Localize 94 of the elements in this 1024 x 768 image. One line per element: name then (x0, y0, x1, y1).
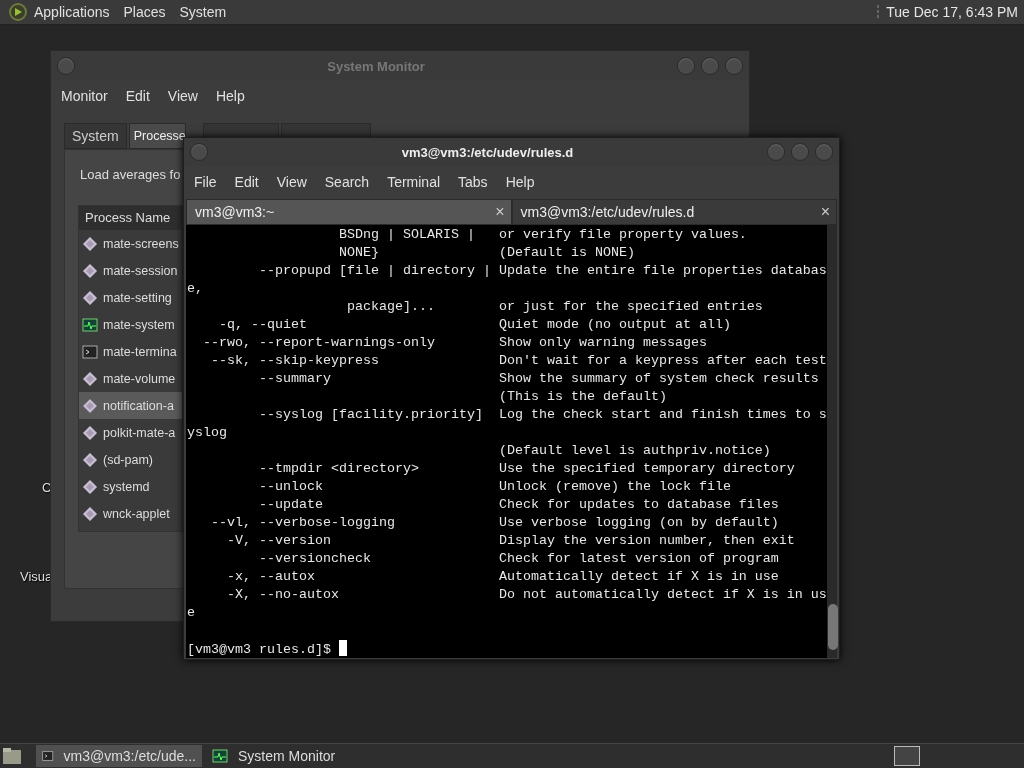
terminal-line: --syslog [facility.priority] Log the check start and finish times to s (257, 406, 827, 424)
maximize-button[interactable] (701, 57, 719, 75)
shell-prompt: [vm3@vm3 rules.d]$ (187, 642, 332, 657)
close-tab-button[interactable]: × (495, 203, 505, 221)
diamond-icon (82, 370, 98, 387)
terminal-line: --propupd [file | directory | Update the entire file properties databas (257, 262, 827, 280)
terminal-line: NONE} (Default is NONE) (337, 244, 636, 262)
window-title: vm3@vm3:/etc/udev/rules.d (400, 144, 575, 160)
process-row[interactable]: (sd-pam) (79, 446, 182, 473)
process-row[interactable]: mate-setting (79, 284, 182, 311)
process-row[interactable]: polkit-mate-a (79, 419, 182, 446)
desktop-icon-label: C (42, 480, 52, 495)
window-menu-button[interactable] (57, 57, 75, 75)
menu-item[interactable]: Tabs (458, 173, 488, 190)
terminal-line: --rwo, --report-warnings-only Show only warning messages (202, 334, 708, 352)
workspace-switcher[interactable] (894, 746, 920, 766)
folder-icon[interactable] (2, 747, 22, 765)
terminal-line: BSDng | SOLARIS | or verify file property values. (337, 226, 748, 244)
menu-item[interactable]: Help (215, 88, 245, 104)
minimize-button[interactable] (767, 143, 785, 161)
scrollbar[interactable] (826, 225, 837, 658)
scrollbar-thumb[interactable] (827, 604, 838, 650)
diamond-icon (82, 289, 98, 306)
process-row[interactable]: notification-a (79, 392, 182, 419)
window-menu-button[interactable] (190, 143, 208, 161)
process-row[interactable]: wnck-applet (79, 500, 182, 527)
task-button[interactable]: vm3@vm3:/etc/ude... (36, 745, 202, 767)
close-tab-button[interactable]: × (820, 203, 830, 221)
handle-icon (876, 4, 881, 20)
terminal-line: -q, --quiet Quiet mode (no output at all) (218, 316, 732, 334)
load-averages-text: Load averages fo (80, 167, 181, 182)
window-title: System Monitor (326, 58, 426, 74)
terminal-line: -x, --autox Automatically detect if X is in use (226, 568, 780, 586)
menu-item[interactable]: Edit (125, 88, 150, 104)
maximize-button[interactable] (791, 143, 809, 161)
text-cursor (338, 640, 347, 656)
clock[interactable]: Tue Dec 17, 6:43 PM (886, 4, 1018, 20)
menu-item[interactable]: Terminal (387, 173, 441, 190)
diamond-icon (82, 397, 98, 414)
process-row[interactable]: mate-screens (79, 230, 182, 257)
panel-menu[interactable]: Applications (34, 4, 110, 20)
diamond-icon (82, 424, 98, 441)
menu-item[interactable]: File (194, 173, 217, 190)
terminal-line: --update Check for updates to database files (257, 496, 780, 514)
diamond-icon (82, 451, 98, 468)
minimize-button[interactable] (677, 57, 695, 75)
terminal-line: yslog (187, 424, 228, 442)
terminal-tab[interactable]: vm3@vm3:~ × (186, 199, 512, 225)
terminal-line: --summary Show the summary of system check results (257, 370, 820, 388)
panel-menu[interactable]: System (179, 4, 227, 20)
tab-label[interactable]: vm3@vm3:/etc/udev/rules.d (520, 204, 821, 220)
tab[interactable] (203, 123, 279, 137)
diamond-icon (82, 478, 98, 495)
terminal-line: -X, --no-autox Do not automatically detect if X is in us (226, 586, 827, 604)
task-button[interactable]: System Monitor (206, 745, 372, 767)
menu-item[interactable]: Monitor (61, 88, 108, 104)
terminal-line: package]... or just for the specified entries (345, 298, 764, 316)
terminal-line: -V, --version Display the version number, then exit (226, 532, 796, 550)
process-row[interactable]: mate-termina (79, 338, 182, 365)
logo-icon[interactable] (8, 2, 28, 22)
menu-item[interactable]: View (276, 173, 307, 190)
panel-menu[interactable]: Places (123, 4, 166, 20)
column-header[interactable]: Process Name (79, 206, 182, 230)
close-button[interactable] (815, 143, 833, 161)
terminal-line: --unlock Unlock (remove) the lock file (257, 478, 732, 496)
close-button[interactable] (725, 57, 743, 75)
terminal-icon (42, 748, 54, 764)
process-row[interactable]: mate-session (79, 257, 182, 284)
terminal-line: (Default level is authpriv.notice) (497, 442, 772, 460)
process-row[interactable]: mate-system (79, 311, 182, 338)
monitor-icon (212, 748, 228, 764)
terminal-line: e, (187, 280, 204, 298)
terminal-line: --tmpdir <directory> Use the specified temporary directory (257, 460, 796, 478)
process-row[interactable]: systemd (79, 473, 182, 500)
diamond-icon (82, 262, 98, 279)
terminal-tab[interactable]: vm3@vm3:/etc/udev/rules.d × (511, 199, 837, 225)
tab-label[interactable]: vm3@vm3:~ (195, 204, 496, 220)
diamond-icon (82, 505, 98, 522)
tab[interactable]: Processe (128, 123, 186, 149)
menu-item[interactable]: Edit (234, 173, 259, 190)
menu-item[interactable]: View (167, 88, 198, 104)
terminal-line: --versioncheck Check for latest version of program (257, 550, 780, 568)
terminal-icon (82, 343, 98, 360)
menu-item[interactable]: Help (505, 173, 535, 190)
diamond-icon (82, 235, 98, 252)
terminal-line: e (187, 604, 196, 622)
menu-item[interactable]: Search (324, 173, 370, 190)
tab[interactable] (281, 123, 371, 137)
terminal-line: --sk, --skip-keypress Don't wait for a keypress after each test (210, 352, 827, 370)
monitor-icon (82, 316, 98, 333)
process-row[interactable]: mate-volume (79, 365, 182, 392)
terminal-line: --vl, --verbose-logging Use verbose logging (on by default) (210, 514, 780, 532)
terminal-line: (This is the default) (497, 388, 668, 406)
tab[interactable]: System (64, 123, 127, 149)
